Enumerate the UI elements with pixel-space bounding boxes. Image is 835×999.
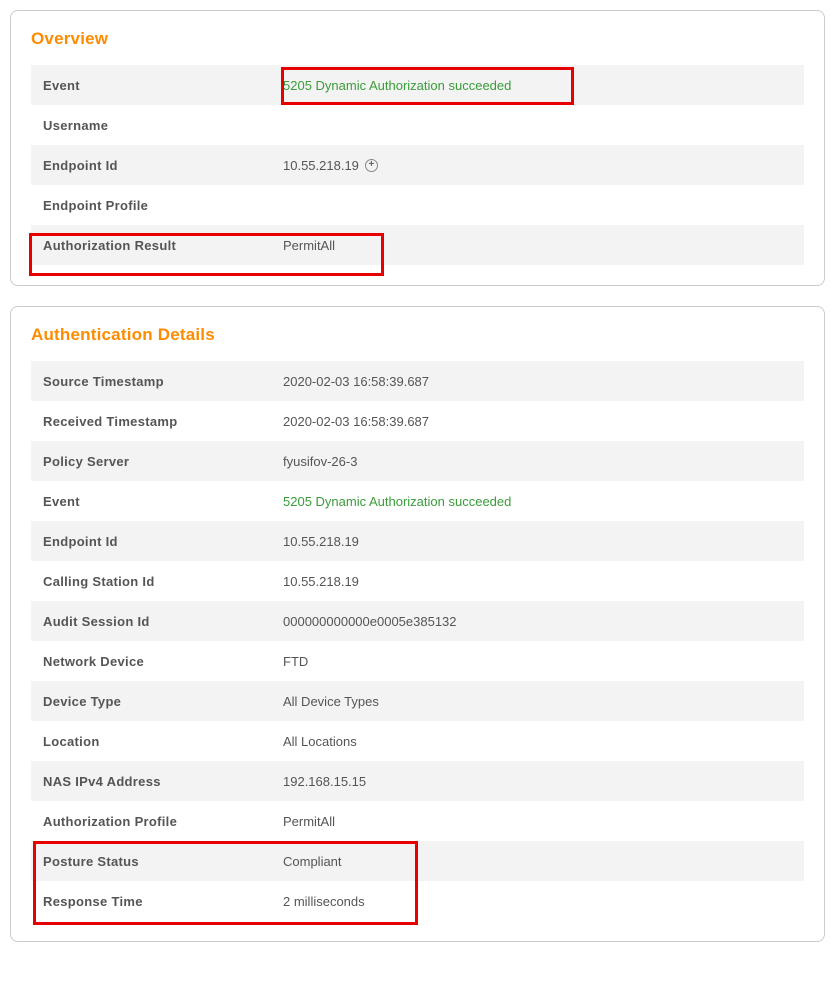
row-value-audit-session: 000000000000e0005e385132 — [283, 614, 457, 629]
row-value-endpointid: 10.55.218.19 + — [283, 158, 378, 173]
table-row: Endpoint Id 10.55.218.19 — [31, 521, 804, 561]
authentication-details-panel: Authentication Details Source Timestamp … — [10, 306, 825, 942]
row-label-details-event: Event — [43, 494, 283, 509]
authentication-details-title: Authentication Details — [31, 325, 804, 345]
table-row: Audit Session Id 000000000000e0005e38513… — [31, 601, 804, 641]
table-row: Received Timestamp 2020-02-03 16:58:39.6… — [31, 401, 804, 441]
overview-title: Overview — [31, 29, 804, 49]
table-row: Posture Status Compliant — [31, 841, 804, 881]
row-label-event: Event — [43, 78, 283, 93]
details-table: Source Timestamp 2020-02-03 16:58:39.687… — [31, 361, 804, 921]
table-row: Endpoint Id 10.55.218.19 + — [31, 145, 804, 185]
row-value-calling-station: 10.55.218.19 — [283, 574, 359, 589]
overview-table: Event 5205 Dynamic Authorization succeed… — [31, 65, 804, 265]
table-row: Calling Station Id 10.55.218.19 — [31, 561, 804, 601]
table-row: Device Type All Device Types — [31, 681, 804, 721]
row-label-endpointprofile: Endpoint Profile — [43, 198, 283, 213]
table-row: Source Timestamp 2020-02-03 16:58:39.687 — [31, 361, 804, 401]
row-value-device-type: All Device Types — [283, 694, 379, 709]
row-value-authresult: PermitAll — [283, 238, 335, 253]
row-value-source-timestamp: 2020-02-03 16:58:39.687 — [283, 374, 429, 389]
overview-panel: Overview Event 5205 Dynamic Authorizatio… — [10, 10, 825, 286]
row-label-auth-profile: Authorization Profile — [43, 814, 283, 829]
table-row: Authorization Result PermitAll — [31, 225, 804, 265]
row-label-device-type: Device Type — [43, 694, 283, 709]
row-value-policy-server: fyusifov-26-3 — [283, 454, 357, 469]
row-value-response-time: 2 milliseconds — [283, 894, 365, 909]
table-row: Event 5205 Dynamic Authorization succeed… — [31, 65, 804, 105]
expand-icon[interactable]: + — [365, 159, 378, 172]
row-value-nas-ipv4: 192.168.15.15 — [283, 774, 366, 789]
table-row: Location All Locations — [31, 721, 804, 761]
row-label-endpointid: Endpoint Id — [43, 158, 283, 173]
row-label-received-timestamp: Received Timestamp — [43, 414, 283, 429]
row-label-username: Username — [43, 118, 283, 133]
row-label-response-time: Response Time — [43, 894, 283, 909]
row-value-posture-status: Compliant — [283, 854, 342, 869]
row-label-nas-ipv4: NAS IPv4 Address — [43, 774, 283, 789]
row-value-details-endpointid: 10.55.218.19 — [283, 534, 359, 549]
table-row: Network Device FTD — [31, 641, 804, 681]
row-value-received-timestamp: 2020-02-03 16:58:39.687 — [283, 414, 429, 429]
row-label-policy-server: Policy Server — [43, 454, 283, 469]
endpoint-id-text: 10.55.218.19 — [283, 158, 359, 173]
row-label-source-timestamp: Source Timestamp — [43, 374, 283, 389]
row-value-location: All Locations — [283, 734, 357, 749]
row-value-network-device: FTD — [283, 654, 308, 669]
row-label-audit-session: Audit Session Id — [43, 614, 283, 629]
table-row: Authorization Profile PermitAll — [31, 801, 804, 841]
table-row: Username — [31, 105, 804, 145]
table-row: Event 5205 Dynamic Authorization succeed… — [31, 481, 804, 521]
table-row: Policy Server fyusifov-26-3 — [31, 441, 804, 481]
table-row: Response Time 2 milliseconds — [31, 881, 804, 921]
row-label-authresult: Authorization Result — [43, 238, 283, 253]
row-label-posture-status: Posture Status — [43, 854, 283, 869]
table-row: Endpoint Profile — [31, 185, 804, 225]
row-value-event: 5205 Dynamic Authorization succeeded — [283, 78, 511, 93]
row-value-auth-profile: PermitAll — [283, 814, 335, 829]
row-label-details-endpointid: Endpoint Id — [43, 534, 283, 549]
row-label-calling-station: Calling Station Id — [43, 574, 283, 589]
row-value-details-event: 5205 Dynamic Authorization succeeded — [283, 494, 511, 509]
row-label-location: Location — [43, 734, 283, 749]
row-label-network-device: Network Device — [43, 654, 283, 669]
table-row: NAS IPv4 Address 192.168.15.15 — [31, 761, 804, 801]
